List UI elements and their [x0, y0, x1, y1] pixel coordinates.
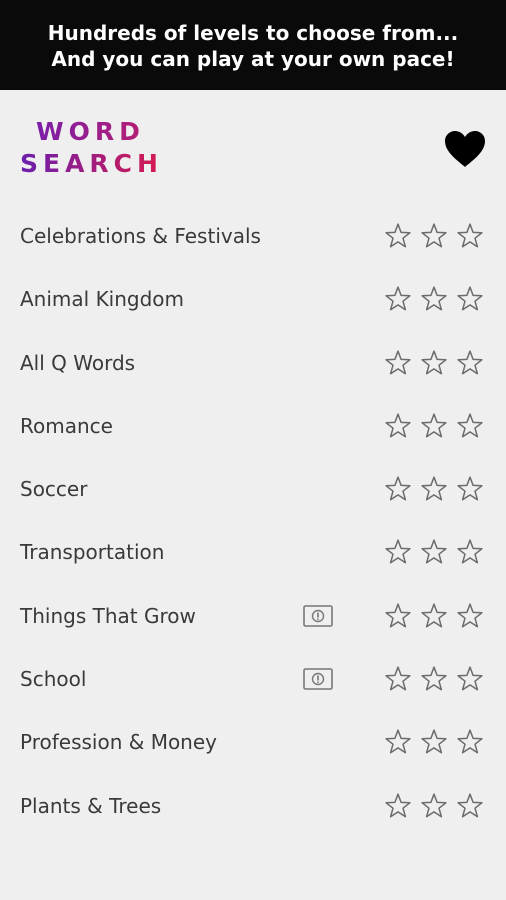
star-rating — [384, 349, 488, 377]
star-icon — [421, 539, 447, 564]
star-icon — [457, 223, 483, 248]
star-icon — [385, 603, 411, 628]
star-icon — [457, 603, 483, 628]
star-icon — [385, 350, 411, 375]
star-icon — [457, 539, 483, 564]
category-row[interactable]: Transportation — [0, 520, 506, 583]
category-label: Animal Kingdom — [20, 287, 185, 312]
category-list: Celebrations & Festivals Animal Kingdom Al… — [0, 204, 506, 837]
star-icon — [421, 666, 447, 691]
category-label: Transportation — [20, 540, 165, 565]
star-rating — [384, 222, 488, 250]
star-icon — [421, 603, 447, 628]
category-row[interactable]: Profession & Money — [0, 710, 506, 773]
category-label: Plants & Trees — [20, 793, 162, 818]
category-label: All Q Words — [20, 350, 136, 375]
star-rating — [384, 285, 488, 313]
star-icon — [385, 539, 411, 564]
promo-banner: Hundreds of levels to choose from... And… — [0, 0, 506, 90]
star-icon — [457, 729, 483, 754]
star-rating — [384, 665, 488, 693]
category-row[interactable]: Plants & Trees — [0, 774, 506, 837]
star-icon — [421, 223, 447, 248]
video-ad-icon — [303, 604, 333, 627]
star-rating — [384, 475, 488, 503]
star-icon — [421, 476, 447, 501]
star-icon — [421, 793, 447, 818]
star-icon — [385, 666, 411, 691]
category-row[interactable]: Romance — [0, 394, 506, 457]
logo-word: WORD — [36, 116, 163, 148]
category-label: Celebrations & Festivals — [20, 224, 261, 248]
star-rating — [384, 792, 488, 820]
star-icon — [457, 286, 483, 311]
category-row[interactable]: School — [0, 647, 506, 710]
star-icon — [457, 350, 483, 375]
logo-search: SEARCH — [20, 149, 163, 178]
word-search-logo: WORD SEARCH — [20, 116, 163, 180]
star-icon — [457, 476, 483, 501]
star-icon — [421, 286, 447, 311]
star-rating — [384, 728, 488, 756]
star-icon — [457, 793, 483, 818]
star-icon — [385, 476, 411, 501]
star-icon — [457, 413, 483, 438]
category-label: School — [20, 667, 87, 692]
star-icon — [421, 729, 447, 754]
star-rating — [384, 538, 488, 566]
star-rating — [384, 412, 488, 440]
category-row[interactable]: Celebrations & Festivals — [0, 204, 506, 267]
category-label: Things That Grow — [20, 603, 196, 628]
star-icon — [421, 350, 447, 375]
category-label: Romance — [20, 413, 113, 438]
category-label: Profession & Money — [20, 730, 218, 755]
category-row[interactable]: Soccer — [0, 457, 506, 520]
category-label: Soccer — [20, 477, 88, 502]
banner-line-2: And you can play at your own pace! — [51, 47, 455, 71]
star-icon — [385, 413, 411, 438]
star-icon — [421, 413, 447, 438]
star-icon — [457, 666, 483, 691]
category-row[interactable]: Animal Kingdom — [0, 267, 506, 330]
star-icon — [385, 729, 411, 754]
category-row[interactable]: Things That Grow — [0, 584, 506, 647]
star-icon — [385, 286, 411, 311]
category-screen: WORD SEARCH Celebrations & Festivals Anim… — [0, 90, 506, 900]
star-rating — [384, 602, 488, 630]
banner-line-1: Hundreds of levels to choose from... — [47, 21, 459, 45]
star-icon — [385, 793, 411, 818]
video-ad-icon — [303, 668, 333, 690]
heart-icon[interactable] — [444, 130, 486, 168]
star-icon — [385, 223, 411, 248]
category-row[interactable]: All Q Words — [0, 331, 506, 394]
